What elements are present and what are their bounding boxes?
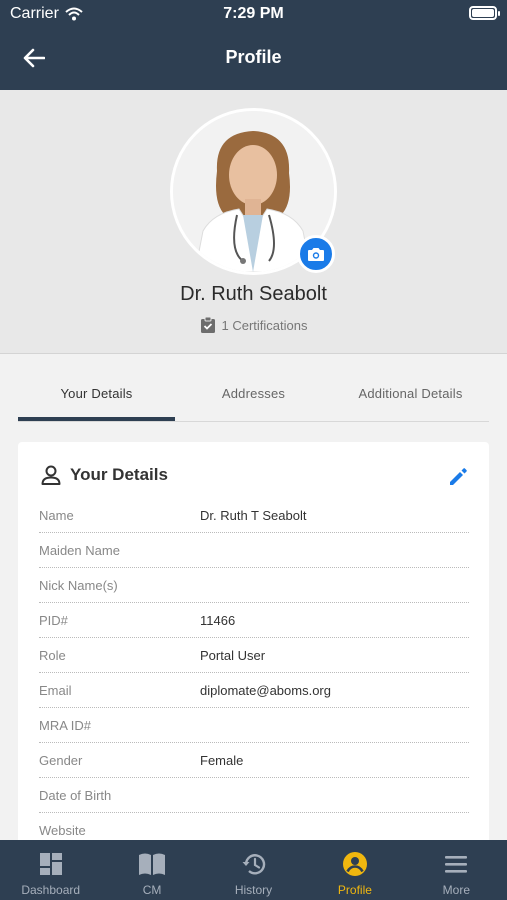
detail-row-date-of-birth: Date of Birth [39,778,469,813]
certifications-label: 1 Certifications [221,317,308,333]
detail-label: Role [39,647,66,663]
detail-label: Email [39,682,72,698]
person-icon [41,465,61,485]
detail-tabs: Your Details Addresses Additional Detail… [18,378,489,422]
tab-addresses[interactable]: Addresses [175,378,332,421]
detail-label: Name [39,507,74,523]
detail-row-role: Role Portal User [39,638,469,673]
details-list: Name Dr. Ruth T Seabolt Maiden Name Nick… [39,498,469,848]
profile-summary: Dr. Ruth Seabolt 1 Certifications [0,90,507,354]
clipboard-check-icon [200,316,215,333]
detail-label: Nick Name(s) [39,577,118,593]
detail-label: Website [39,822,86,838]
details-card: Your Details Name Dr. Ruth T Seabolt Mai… [18,442,489,862]
card-title: Your Details [70,465,168,484]
tab-label: History [234,883,273,897]
tab-label: Profile [337,883,372,897]
detail-value: Female [200,752,244,768]
tab-cm[interactable]: CM [101,840,202,900]
tab-additional-details[interactable]: Additional Details [332,378,489,421]
tab-history[interactable]: History [203,840,304,900]
page-title: Profile [225,47,282,67]
detail-label: Date of Birth [39,787,112,803]
dashboard-icon [39,853,62,875]
detail-label: MRA ID# [39,717,92,733]
profile-name: Dr. Ruth Seabolt [180,283,327,305]
detail-value: Portal User [200,647,266,663]
detail-label: PID# [39,612,68,628]
camera-icon [308,247,324,261]
detail-row-nick-names: Nick Name(s) [39,568,469,603]
status-bar: Carrier 7:29 PM [0,0,507,28]
edit-details-button[interactable] [447,466,469,488]
detail-label: Gender [39,752,83,768]
detail-value: Dr. Ruth T Seabolt [200,507,307,523]
tab-label: More [442,883,470,897]
avatar-container [170,108,337,275]
history-icon [242,854,265,875]
app-header: Carrier 7:29 PM Profile [0,0,507,90]
tab-profile[interactable]: Profile [304,840,405,900]
certifications-count[interactable]: 1 Certifications [0,316,507,334]
bottom-tab-bar: Dashboard CM History Profile More [0,840,507,900]
tab-your-details[interactable]: Your Details [18,378,175,421]
profile-icon [342,852,367,876]
detail-row-gender: Gender Female [39,743,469,778]
menu-icon [445,856,468,873]
detail-value: diplomate@aboms.org [200,682,331,698]
card-header: Your Details [40,464,168,486]
clock: 7:29 PM [223,5,284,22]
battery-icon [469,6,500,20]
tab-dashboard[interactable]: Dashboard [0,840,101,900]
tab-label: Dashboard [21,883,81,897]
detail-row-maiden-name: Maiden Name [39,533,469,568]
detail-row-email: Email diplomate@aboms.org [39,673,469,708]
detail-label: Maiden Name [39,542,120,558]
detail-row-pid: PID# 11466 [39,603,469,638]
book-icon [139,853,166,875]
change-photo-button[interactable] [297,235,335,273]
tab-label: CM [142,883,162,897]
detail-row-name: Name Dr. Ruth T Seabolt [39,498,469,533]
detail-value: 11466 [200,612,236,628]
tab-more[interactable]: More [406,840,507,900]
detail-row-mra-id: MRA ID# [39,708,469,743]
pencil-icon [450,468,467,485]
